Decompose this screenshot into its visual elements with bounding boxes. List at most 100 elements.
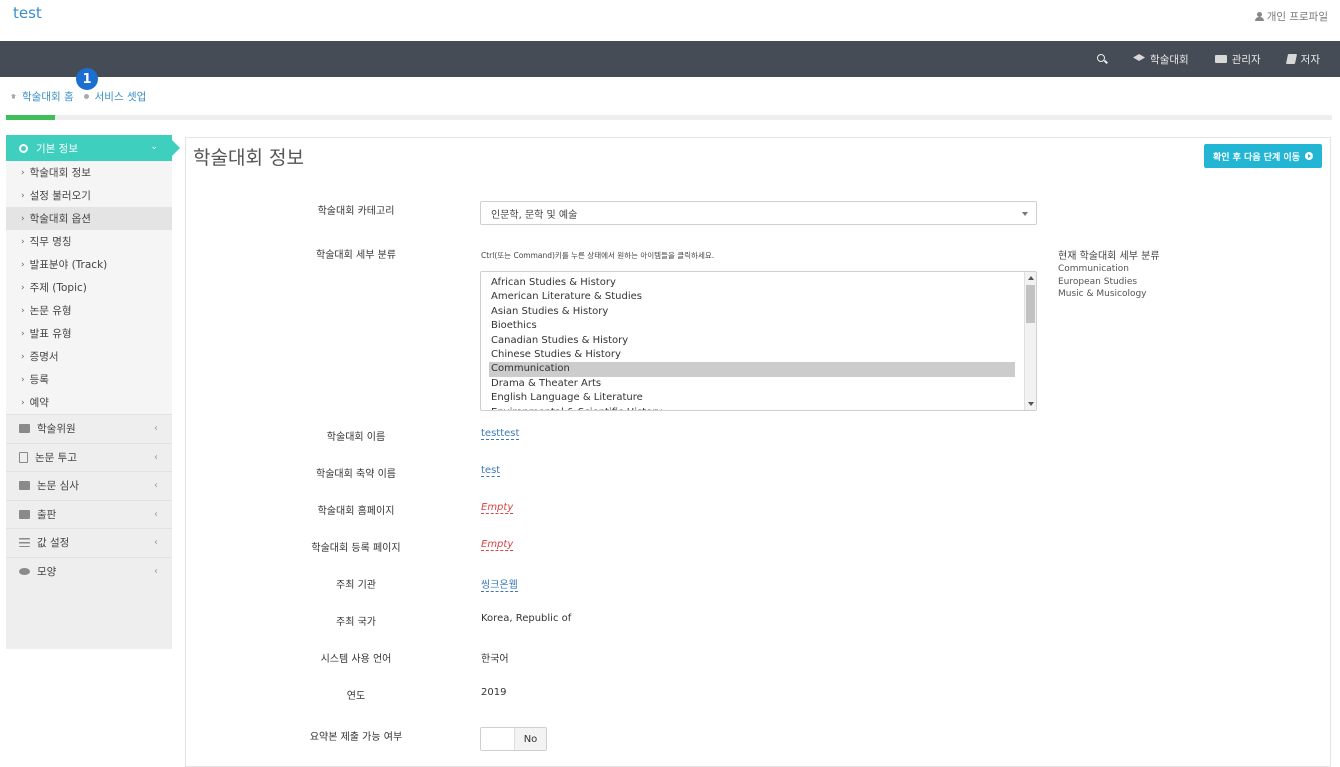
briefcase-icon — [19, 424, 30, 434]
nav-admin-label: 관리자 — [1231, 53, 1261, 66]
chevron-right-icon: › — [21, 282, 25, 293]
field-value: 한국어 — [481, 650, 509, 665]
setup-progress-bar — [6, 115, 1332, 120]
sliders-icon — [19, 538, 30, 548]
subcategory-option[interactable]: Communication — [489, 362, 1015, 377]
caret-down-icon — [1022, 212, 1028, 216]
subcategory-option[interactable]: Drama & Theater Arts — [489, 377, 1015, 391]
sidebar-item-track[interactable]: › 발표분야 (Track) — [6, 253, 172, 276]
sidebar-item-conference-options[interactable]: › 학술대회 옵션 — [6, 207, 172, 230]
field-value[interactable]: Empty — [481, 502, 514, 514]
sidebar-section-title: 기본 정보 — [36, 142, 78, 155]
sidebar-item-conference-info[interactable]: › 학술대회 정보 — [6, 161, 172, 184]
sidebar-item-value-settings[interactable]: 값 설정 ‹ — [6, 528, 172, 557]
field-label: 주최 국가 — [336, 617, 376, 628]
sidebar-section-basic-info[interactable]: 기본 정보 ⌄ — [6, 135, 180, 161]
scroll-down-icon[interactable] — [1028, 402, 1034, 406]
current-subcategory-title: 현재 학술대회 세부 분류 — [1058, 251, 1160, 262]
field-value-text: testtest — [481, 428, 520, 440]
next-step-label: 확인 후 다음 단계 이동 — [1212, 152, 1300, 163]
field-value[interactable]: test — [481, 465, 501, 477]
list-icon — [1214, 55, 1227, 63]
field-label: 학술대회 축약 이름 — [316, 469, 396, 480]
subcategory-option[interactable]: English Language & Literature — [489, 391, 1015, 405]
page-title: 학술대회 정보 — [193, 147, 304, 169]
sidebar-item-label: 논문 유형 — [29, 305, 72, 317]
sidebar-item-review[interactable]: 논문 심사 ‹ — [6, 471, 172, 500]
sidebar-item-reservation[interactable]: › 예약 — [6, 391, 172, 414]
nav-conference-label: 학술대회 — [1150, 53, 1189, 66]
field-value: Korea, Republic of — [481, 613, 571, 624]
breadcrumb-home[interactable]: 학술대회 홈 — [22, 89, 74, 104]
sidebar-item-registration[interactable]: › 등록 — [6, 368, 172, 391]
field-value-text: 2019 — [481, 687, 507, 698]
field-value[interactable]: 씽크온웹 — [481, 576, 518, 592]
sidebar-item-label: 논문 투고 — [35, 451, 77, 464]
chevron-right-icon: › — [21, 351, 25, 362]
sidebar-item-label: 직무 명칭 — [29, 236, 72, 248]
scroll-up-icon[interactable] — [1028, 276, 1034, 280]
nav-admin[interactable]: 관리자 — [1214, 52, 1261, 67]
field-label: 시스템 사용 언어 — [320, 654, 392, 665]
next-step-button[interactable]: 확인 후 다음 단계 이동 — [1203, 144, 1322, 168]
sidebar-item-label: 값 설정 — [37, 537, 70, 550]
subcategory-option[interactable]: African Studies & History — [489, 276, 1015, 290]
field-value[interactable]: Empty — [481, 539, 514, 551]
sidebar-item-submission[interactable]: 논문 투고 ‹ — [6, 442, 172, 472]
sidebar-item-certificates[interactable]: › 증명서 — [6, 345, 172, 368]
abstract-toggle[interactable]: No — [480, 727, 547, 751]
subcategory-options: African Studies & History American Litera… — [481, 272, 1036, 410]
category-select[interactable]: 인문학, 문학 및 예술 — [480, 201, 1037, 225]
chevron-left-icon: ‹ — [154, 537, 158, 549]
chevron-down-icon: ⌄ — [150, 142, 158, 152]
sidebar-item-publishing[interactable]: 출판 ‹ — [6, 499, 172, 529]
field-value-text: Empty — [481, 502, 514, 514]
field-value: 2019 — [481, 687, 506, 698]
sidebar-item-appearance[interactable]: 모양 ‹ — [6, 556, 172, 586]
profile-label: 개인 프로파일 — [1266, 11, 1328, 23]
sidebar-item-load-settings[interactable]: › 설정 불러오기 — [6, 184, 172, 207]
field-value-text: Empty — [481, 539, 514, 551]
sidebar: 기본 정보 ⌄ › 학술대회 정보 › 설정 불러오기 › 학술대회 옵션 › 직무 명… — [6, 135, 180, 649]
field-value[interactable]: testtest — [481, 428, 520, 440]
sidebar-item-topic[interactable]: › 주제 (Topic) — [6, 276, 172, 299]
book-icon — [1285, 54, 1297, 64]
brand-title[interactable]: test — [13, 4, 42, 22]
scroll-thumb[interactable] — [1026, 285, 1035, 323]
profile-link[interactable]: 개인 프로파일 — [1254, 9, 1328, 24]
subcategory-option[interactable]: Bioethics — [489, 319, 1015, 333]
sidebar-item-job-titles[interactable]: › 직무 명칭 — [6, 230, 172, 253]
subcategory-option[interactable]: Environmental & Scientific History — [489, 406, 1015, 410]
graduation-cap-icon — [1133, 54, 1146, 61]
sidebar-item-committee[interactable]: 학술위원 ‹ — [6, 414, 172, 443]
subcategory-option[interactable]: Chinese Studies & History — [489, 348, 1015, 362]
sidebar-item-label: 모양 — [37, 565, 57, 578]
field-label: 학술대회 홈페이지 — [317, 506, 395, 517]
sidebar-item-label: 논문 심사 — [37, 480, 79, 493]
category-label: 학술대회 카테고리 — [317, 206, 395, 217]
nav-search[interactable] — [1097, 54, 1107, 64]
book-icon — [19, 509, 30, 519]
sidebar-item-paper-types[interactable]: › 논문 유형 — [6, 299, 172, 322]
breadcrumb-current[interactable]: 서비스 셋업 — [95, 89, 147, 104]
subcategory-option[interactable]: Asian Studies & History — [489, 305, 1015, 319]
subcategory-label: 학술대회 세부 분류 — [316, 250, 396, 261]
nav-conference[interactable]: 학술대회 — [1133, 52, 1189, 67]
chevron-left-icon: ‹ — [154, 423, 158, 435]
subcategory-option[interactable]: Canadian Studies & History — [489, 334, 1015, 348]
subcategory-hint: Ctrl(또는 Command)키를 누른 상태에서 원하는 아이템들을 클릭하… — [481, 251, 715, 260]
sidebar-sub-list: › 학술대회 정보 › 설정 불러오기 › 학술대회 옵션 › 직무 명칭 › 발표분야 … — [6, 161, 172, 414]
chevron-left-icon: ‹ — [154, 451, 158, 463]
listbox-scrollbar[interactable] — [1024, 272, 1036, 410]
field-label: 주최 기관 — [336, 580, 376, 591]
field-label: 학술대회 등록 페이지 — [311, 543, 401, 554]
current-subcategory-list: Communication European Studies Music & M… — [1058, 263, 1147, 301]
subcategory-option[interactable]: American Literature & Studies — [489, 290, 1015, 304]
subcategory-listbox[interactable]: African Studies & History American Litera… — [480, 271, 1037, 411]
nav-author[interactable]: 저자 — [1285, 52, 1320, 67]
sidebar-item-presentation-types[interactable]: › 발표 유형 — [6, 322, 172, 345]
arrow-circle-right-icon — [1305, 152, 1313, 160]
chevron-right-icon: › — [21, 167, 25, 178]
field-value-text: Korea, Republic of — [481, 613, 572, 624]
toggle-value: No — [515, 728, 546, 750]
